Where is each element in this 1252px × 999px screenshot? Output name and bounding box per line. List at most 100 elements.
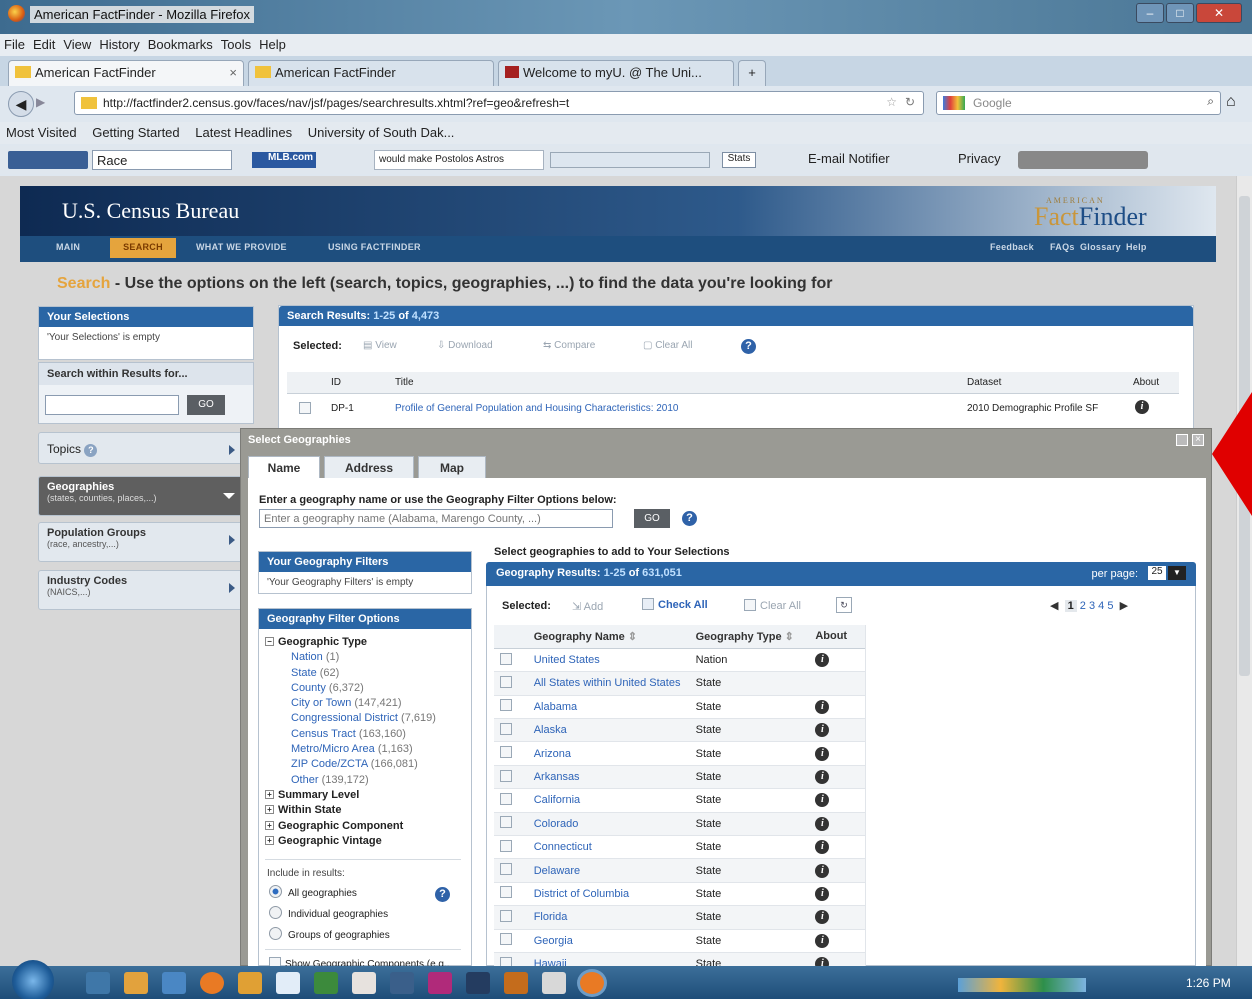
row-checkbox[interactable] [299,402,311,414]
within-state-node[interactable]: + Within State [265,803,471,818]
next-page-icon[interactable]: ▶ [1120,600,1128,612]
geo-go-button[interactable]: GO [634,509,670,528]
search-within-input[interactable] [45,395,179,415]
minimize-icon[interactable]: – [1136,3,1164,23]
row-checkbox[interactable] [500,792,512,805]
row-checkbox[interactable] [500,933,512,946]
filter-state[interactable]: State (62) [265,666,471,681]
factfinder-logo[interactable]: AMERICAN FactFinder [1034,196,1147,232]
menu-edit[interactable]: Edit [29,34,59,52]
browser-tab[interactable]: American FactFinder × [8,60,244,86]
maximize-icon[interactable]: □ [1166,3,1194,23]
row-checkbox[interactable] [500,816,512,829]
radio-icon[interactable] [269,927,282,940]
about-info-icon[interactable]: i [815,746,830,761]
radio-all-geographies[interactable]: All geographies [269,885,357,899]
clear-all-button[interactable]: ▢ Clear All [643,340,692,351]
about-info-icon[interactable]: i [815,723,830,738]
new-tab-button[interactable]: + [738,60,766,86]
download-button[interactable]: ⇩ Download [437,340,493,351]
email-notifier-button[interactable]: E-mail Notifier [808,151,890,166]
menu-bookmarks[interactable]: Bookmarks [144,34,217,52]
col-title[interactable]: Title [395,377,414,388]
excel-taskbar-icon[interactable] [314,972,338,994]
geography-name-link[interactable]: Georgia [534,935,573,947]
menu-file[interactable]: File [0,34,29,52]
agency-title[interactable]: U.S. Census Bureau [62,198,239,224]
reload-icon[interactable]: ↻ [905,95,915,109]
radio-groups-of-geographies[interactable]: Groups of geographies [269,927,390,941]
magnifier-icon[interactable]: ⌕ [1207,94,1214,109]
row-checkbox[interactable] [500,909,512,922]
row-checkbox[interactable] [500,886,512,899]
start-button-icon[interactable] [12,960,54,999]
geographies-accordion[interactable]: Geographies (states, counties, places,...… [38,476,244,516]
help-icon[interactable]: ? [682,510,697,526]
system-tray-icons[interactable] [958,978,1086,992]
col-geography-type[interactable]: Geography Type ⇕ [689,625,810,649]
about-info-icon[interactable]: i [815,840,830,855]
population-groups-accordion[interactable]: Population Groups (race, ancestry,...) [38,522,244,562]
taskbar-clock[interactable]: 1:26 PM [1186,976,1231,990]
toolbar-icons[interactable] [550,152,710,168]
filter-metro-micro-area[interactable]: Metro/Micro Area (1,163) [265,742,471,757]
app-taskbar-icon[interactable] [390,972,414,994]
geography-name-link[interactable]: Delaware [534,865,580,877]
row-checkbox[interactable] [500,722,512,735]
menu-tools[interactable]: Tools [217,34,255,52]
prev-page-icon[interactable]: ◀ [1050,600,1058,612]
sort-icon[interactable]: ⇕ [785,631,794,643]
radio-icon[interactable] [269,885,282,898]
collapse-icon[interactable]: − [265,637,274,646]
acrobat-taskbar-icon[interactable] [352,972,376,994]
row-checkbox[interactable] [500,956,512,966]
nav-faqs[interactable]: FAQs [1050,242,1075,252]
page-3[interactable]: 3 [1089,600,1095,612]
col-id[interactable]: ID [331,377,341,388]
about-info-icon[interactable]: i [815,863,830,878]
geography-name-link[interactable]: Alaska [534,724,567,736]
geography-name-link[interactable]: Alabama [534,701,577,713]
expand-icon[interactable]: + [265,835,274,845]
geography-name-link[interactable]: Hawaii [534,958,567,966]
menu-view[interactable]: View [59,34,95,52]
about-info-icon[interactable]: i [815,653,830,668]
radio-icon[interactable] [269,906,282,919]
geography-name-link[interactable]: District of Columbia [534,888,629,900]
filter-city-or-town[interactable]: City or Town (147,421) [265,696,471,711]
row-checkbox[interactable] [500,699,512,712]
privacy-button[interactable]: Privacy [958,151,1001,166]
news-ticker[interactable]: would make Postolos Astros [374,150,544,170]
dialog-close-icon[interactable]: × [1192,434,1204,446]
word-taskbar-icon[interactable] [276,972,300,994]
chevron-down-icon[interactable]: ▼ [1168,566,1186,580]
view-button[interactable]: ▤ View [363,340,397,351]
browser-tab[interactable]: American FactFinder [248,60,494,86]
browser-tab[interactable]: Welcome to myU. @ The Uni... [498,60,734,86]
col-geography-name[interactable]: Geography Name ⇕ [527,625,690,649]
help-icon[interactable]: ? [84,444,98,457]
tab-address[interactable]: Address [324,456,414,480]
bookmark-most-visited[interactable]: Most Visited [0,122,83,140]
tab-map[interactable]: Map [418,456,486,480]
col-dataset[interactable]: Dataset [967,377,1001,388]
geography-name-link[interactable]: United States [534,654,600,666]
page-5[interactable]: 5 [1107,600,1113,612]
illustrator-taskbar-icon[interactable] [504,972,528,994]
help-icon[interactable]: ? [741,338,756,354]
nav-using-factfinder[interactable]: USING FACTFINDER [328,242,421,252]
search-bar[interactable]: Google ⌕ [936,91,1221,115]
close-tab-icon[interactable]: × [229,65,237,80]
page-4[interactable]: 4 [1098,600,1104,612]
nav-help[interactable]: Help [1126,242,1147,252]
about-info-icon[interactable]: i [815,816,830,831]
about-info-icon[interactable]: i [815,770,830,785]
mlb-logo-icon[interactable] [8,151,88,169]
row-checkbox[interactable] [500,839,512,852]
media-taskbar-icon[interactable] [124,972,148,994]
firefox-active-taskbar-icon[interactable] [580,972,604,994]
geography-name-link[interactable]: Florida [534,911,568,923]
geography-name-input[interactable] [259,509,613,528]
about-info-icon[interactable]: i [815,886,830,901]
bookmark-latest-headlines[interactable]: Latest Headlines [189,122,298,140]
